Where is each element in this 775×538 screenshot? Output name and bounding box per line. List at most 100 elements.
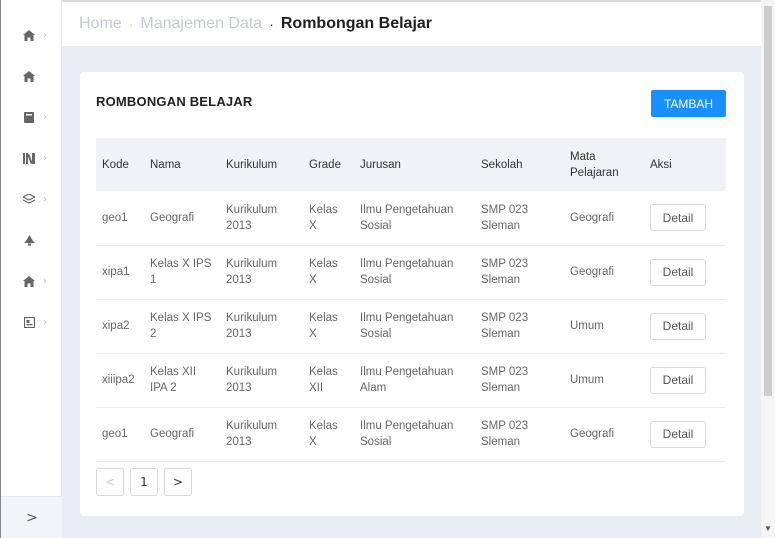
cell-nama: Kelas X IPS 1	[144, 245, 220, 300]
cell-mata-pelajaran: Umum	[564, 353, 644, 408]
breadcrumb-current: Rombongan Belajar	[280, 15, 433, 32]
cell-kode: geo1	[96, 407, 144, 462]
breadcrumb-separator: ·	[128, 16, 134, 32]
cell-sekolah: SMP 023 Sleman	[475, 245, 564, 300]
page-title: ROMBONGAN BELAJAR	[96, 94, 253, 109]
sidebar: > › › › › › ›	[0, 0, 63, 538]
cell-jurusan: Ilmu Pengetahuan Sosial	[354, 407, 475, 462]
pagination: < 1 >	[96, 468, 192, 496]
header-kode: Kode	[96, 138, 144, 191]
header-mata-pelajaran: Mata Pelajaran	[564, 138, 644, 191]
header-kurikulum: Kurikulum	[220, 138, 303, 191]
scroll-down-arrow[interactable]: ▼	[764, 524, 772, 533]
chevron-right-icon: ›	[43, 316, 47, 328]
cell-jurusan: Ilmu Pengetahuan Sosial	[354, 191, 475, 246]
page-1-button[interactable]: 1	[130, 468, 158, 496]
add-button[interactable]: TAMBAH	[651, 90, 726, 117]
cell-kurikulum: Kurikulum 2013	[220, 353, 303, 408]
scrollbar[interactable]: ▼	[761, 0, 775, 538]
next-page-button[interactable]: >	[164, 468, 192, 496]
breadcrumb-manajemen-data[interactable]: Manajemen Data	[140, 15, 262, 33]
cell-kode: xipa2	[96, 299, 144, 354]
cell-grade: Kelas X	[303, 407, 354, 462]
book-icon	[22, 110, 36, 124]
breadcrumb: Home · Manajemen Data · Rombongan Belaja…	[62, 0, 761, 46]
cell-kurikulum: Kurikulum 2013	[220, 299, 303, 354]
cell-sekolah: SMP 023 Sleman	[475, 191, 564, 246]
sidebar-item-2[interactable]	[1, 61, 63, 91]
cell-grade: Kelas X	[303, 245, 354, 300]
table-row: xipa1 Kelas X IPS 1 Kurikulum 2013 Kelas XI…	[96, 245, 726, 300]
cell-jurusan: Ilmu Pengetahuan Sosial	[354, 299, 475, 354]
cell-sekolah: SMP 023 Sleman	[475, 353, 564, 408]
sidebar-item-1[interactable]: ›	[1, 20, 63, 50]
cell-nama: Geografi	[144, 191, 220, 246]
cell-kurikulum: Kurikulum 2013	[220, 245, 303, 300]
cell-kurikulum: Kurikulum 2013	[220, 407, 303, 462]
breadcrumb-separator: ·	[269, 16, 274, 32]
cell-mata-pelajaran: Geografi	[564, 191, 644, 246]
chevron-right-icon: ›	[43, 152, 47, 164]
table-row: xipa2 Kelas X IPS 2 Kurikulum 2013 Kelas XI…	[96, 299, 726, 354]
scrollbar-thumb[interactable]	[764, 6, 772, 396]
cell-aksi: Detail	[644, 353, 726, 408]
detail-button[interactable]: Detail	[650, 420, 706, 448]
table-row: geo1 Geografi Kurikulum 2013 Kelas X Ilmu Pe…	[96, 191, 726, 246]
chevron-right-icon: ›	[43, 29, 47, 41]
cell-mata-pelajaran: Geografi	[564, 407, 644, 462]
sidebar-item-7[interactable]: ›	[1, 266, 63, 296]
cell-nama: Kelas X IPS 2	[144, 299, 220, 354]
cell-mata-pelajaran: Geografi	[564, 245, 644, 300]
bell-icon	[22, 233, 36, 247]
cell-aksi: Detail	[644, 407, 726, 462]
breadcrumb-home[interactable]: Home	[79, 15, 122, 33]
cell-kode: geo1	[96, 191, 144, 246]
header-sekolah: Sekolah	[475, 138, 564, 191]
cell-aksi: Detail	[644, 245, 726, 300]
cell-aksi: Detail	[644, 299, 726, 354]
header-jurusan: Jurusan	[354, 138, 475, 191]
header-aksi: Aksi	[644, 138, 726, 191]
sidebar-collapse-button[interactable]: >	[1, 496, 63, 538]
home-icon	[22, 28, 36, 42]
table-header-row: Kode Nama Kurikulum Grade Jurusan Sekola…	[96, 138, 726, 191]
rombongan-belajar-card: ROMBONGAN BELAJAR TAMBAH Kode Nama Kurik…	[80, 72, 744, 516]
cell-sekolah: SMP 023 Sleman	[475, 407, 564, 462]
header-grade: Grade	[303, 138, 354, 191]
cell-mata-pelajaran: Umum	[564, 299, 644, 354]
chevron-right-icon: ›	[43, 193, 47, 205]
cell-nama: Kelas XII IPA 2	[144, 353, 220, 408]
table-row: xiiipa2 Kelas XII IPA 2 Kurikulum 2013 Kela…	[96, 353, 726, 408]
detail-button[interactable]: Detail	[650, 258, 706, 286]
cell-kode: xiiipa2	[96, 353, 144, 408]
chevron-right-icon: ›	[43, 111, 47, 123]
cell-grade: Kelas XII	[303, 353, 354, 408]
detail-button[interactable]: Detail	[650, 204, 706, 232]
cell-grade: Kelas X	[303, 299, 354, 354]
prev-page-button[interactable]: <	[96, 468, 124, 496]
cell-nama: Geografi	[144, 407, 220, 462]
cell-aksi: Detail	[644, 191, 726, 246]
detail-button[interactable]: Detail	[650, 312, 706, 340]
sidebar-item-8[interactable]: ›	[1, 307, 63, 337]
cell-kode: xipa1	[96, 245, 144, 300]
header-nama: Nama	[144, 138, 220, 191]
chevron-right-icon: ›	[43, 275, 47, 287]
cell-grade: Kelas X	[303, 191, 354, 246]
sidebar-item-5[interactable]: ›	[1, 184, 63, 214]
data-table: Kode Nama Kurikulum Grade Jurusan Sekola…	[96, 138, 726, 462]
home-icon	[22, 69, 36, 83]
calendar-icon	[22, 315, 36, 329]
home-icon	[22, 274, 36, 288]
cell-jurusan: Ilmu Pengetahuan Sosial	[354, 245, 475, 300]
cell-kurikulum: Kurikulum 2013	[220, 191, 303, 246]
detail-button[interactable]: Detail	[650, 366, 706, 394]
layers-icon	[22, 192, 36, 206]
cell-jurusan: Ilmu Pengetahuan Alam	[354, 353, 475, 408]
cell-sekolah: SMP 023 Sleman	[475, 299, 564, 354]
sidebar-item-3[interactable]: ›	[1, 102, 63, 132]
sidebar-item-4[interactable]: ›	[1, 143, 63, 173]
library-icon	[22, 151, 36, 165]
table-row: geo1 Geografi Kurikulum 2013 Kelas X Ilmu Pe…	[96, 407, 726, 462]
sidebar-item-6[interactable]	[1, 225, 63, 255]
